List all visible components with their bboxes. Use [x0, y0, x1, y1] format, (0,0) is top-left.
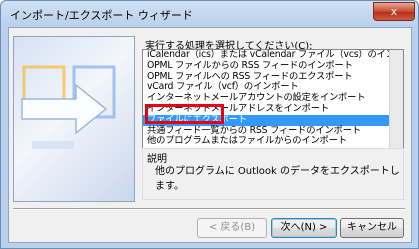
title-bar[interactable]: インポート/エクスポート ウィザード x [1, 1, 418, 27]
wizard-body: 実行する処理を選択してください(C): iCalendar（ics）または vC… [8, 27, 412, 243]
footer-separator [13, 208, 405, 210]
action-listbox[interactable]: iCalendar（ics）または vCalendar ファイル（vcs）のイン… [142, 49, 404, 157]
description-group: 説明 他のプログラムに Outlook のデータをエクスポートします。 [142, 148, 404, 200]
window-title: インポート/エクスポート ウィザード [10, 9, 193, 22]
close-button[interactable]: x [373, 2, 415, 21]
list-item[interactable]: 他のプログラムまたはファイルからのインポート [143, 136, 403, 147]
list-scrollbar[interactable] [389, 50, 403, 156]
close-icon: x [390, 5, 398, 18]
wizard-illustration [13, 36, 135, 202]
description-text: 他のプログラムに Outlook のデータをエクスポートします。 [155, 166, 400, 192]
back-button[interactable]: < 戻る(B) [197, 218, 267, 238]
list-item[interactable]: OPML ファイルからの RSS フィードのインポート [143, 60, 403, 72]
wizard-window: インポート/エクスポート ウィザード x 実行する処理を選択してください(C):… [0, 0, 419, 249]
cancel-button[interactable]: キャンセル [340, 218, 404, 238]
highlight-callout-box [145, 104, 224, 124]
arrows-illustration-icon [21, 65, 116, 149]
next-button[interactable]: 次へ(N) > [271, 218, 337, 238]
